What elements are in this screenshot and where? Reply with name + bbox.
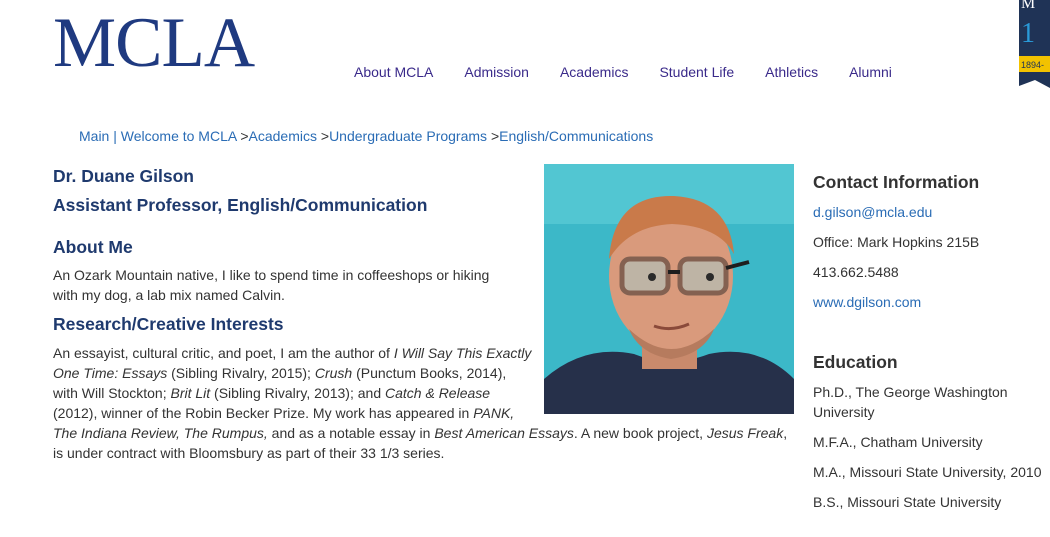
about-text: An Ozark Mountain native, I like to spen… xyxy=(53,267,490,303)
seal-letter: M xyxy=(1021,0,1035,12)
education-item: M.A., Missouri State University, 2010 xyxy=(813,464,1042,480)
sidebar: Contact Information d.gilson@mcla.edu Of… xyxy=(813,170,1048,512)
main-nav: About MCLA Admission Academics Student L… xyxy=(354,64,923,80)
education-heading: Education xyxy=(813,352,898,372)
breadcrumb-undergraduate-programs[interactable]: Undergraduate Programs xyxy=(329,128,487,144)
anniversary-seal[interactable]: M 1 1894- xyxy=(1019,0,1050,88)
contact-office: Office: Mark Hopkins 215B xyxy=(813,234,980,250)
education-item: Ph.D., The George Washington University xyxy=(813,384,1008,420)
breadcrumb: Main | Welcome to MCLA >Academics >Under… xyxy=(79,128,653,144)
breadcrumb-english-communications[interactable]: English/Communications xyxy=(499,128,653,144)
contact-email-link[interactable]: d.gilson@mcla.edu xyxy=(813,204,932,220)
profile-photo xyxy=(544,164,794,414)
mcla-logo[interactable]: MCLA xyxy=(53,6,255,80)
profile-main: Dr. Duane Gilson Assistant Professor, En… xyxy=(53,162,794,463)
contact-heading: Contact Information xyxy=(813,172,980,192)
breadcrumb-academics[interactable]: Academics xyxy=(249,128,317,144)
svg-text:1: 1 xyxy=(1021,18,1035,49)
nav-student-life[interactable]: Student Life xyxy=(659,64,734,80)
education-item: B.S., Missouri State University xyxy=(813,494,1002,510)
nav-alumni[interactable]: Alumni xyxy=(849,64,892,80)
nav-about-mcla[interactable]: About MCLA xyxy=(354,64,433,80)
breadcrumb-home[interactable]: Main | Welcome to MCLA xyxy=(79,128,236,144)
breadcrumb-sep: > xyxy=(490,128,500,144)
breadcrumb-sep: > xyxy=(320,128,330,144)
nav-academics[interactable]: Academics xyxy=(560,64,628,80)
seal-year: 1894- xyxy=(1021,60,1044,70)
nav-admission[interactable]: Admission xyxy=(464,64,529,80)
contact-website-link[interactable]: www.dgilson.com xyxy=(813,294,921,310)
nav-athletics[interactable]: Athletics xyxy=(765,64,818,80)
education-item: M.F.A., Chatham University xyxy=(813,434,983,450)
breadcrumb-sep: > xyxy=(240,128,249,144)
contact-phone: 413.662.5488 xyxy=(813,264,899,280)
